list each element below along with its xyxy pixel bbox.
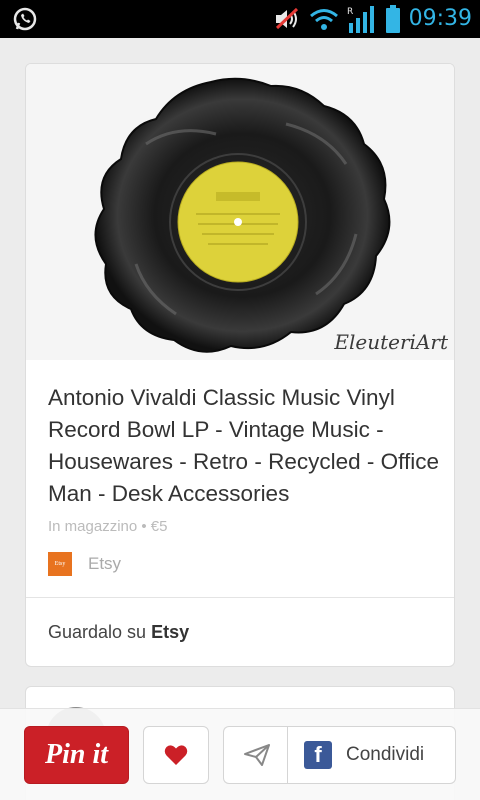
- svg-text:R: R: [347, 7, 353, 17]
- view-on-prefix: Guardalo su: [48, 622, 147, 642]
- pin-card: EleuteriArt Antonio Vivaldi Classic Musi…: [25, 63, 455, 667]
- divider: [26, 597, 454, 598]
- pin-title: Antonio Vivaldi Classic Music Vinyl Reco…: [48, 385, 439, 506]
- heart-icon: [164, 745, 188, 765]
- whatsapp-icon: [13, 7, 37, 31]
- pin-availability-price: In magazzino • €5: [48, 518, 168, 535]
- mute-icon: [275, 7, 298, 30]
- vinyl-record-bowl-image: [94, 77, 391, 353]
- etsy-logo-icon: Etsy: [48, 552, 72, 576]
- status-bar: R 09:39: [0, 0, 480, 38]
- pin-image[interactable]: EleuteriArt: [26, 64, 454, 360]
- send-icon: [243, 744, 270, 766]
- image-watermark: EleuteriArt: [334, 330, 448, 354]
- like-button[interactable]: [143, 726, 209, 784]
- facebook-icon: f: [304, 741, 332, 769]
- view-on-site-name: Etsy: [151, 622, 190, 642]
- source-name: Etsy: [88, 554, 122, 573]
- battery-icon: [385, 5, 400, 33]
- wifi-icon: [309, 9, 338, 30]
- pin-it-label: Pin it: [44, 739, 108, 770]
- share-facebook-button[interactable]: f Condividi: [287, 726, 456, 784]
- pin-source[interactable]: Etsy Etsy: [48, 552, 121, 576]
- signal-icon: R: [347, 6, 374, 33]
- clock: 09:39: [408, 6, 472, 31]
- action-bar: Pin it f Condividi: [0, 708, 480, 800]
- view-on-site-link[interactable]: Guardalo su Etsy: [48, 622, 189, 643]
- share-label: Condividi: [346, 744, 425, 765]
- pin-it-button[interactable]: Pin it: [24, 726, 129, 784]
- send-button[interactable]: [223, 726, 289, 784]
